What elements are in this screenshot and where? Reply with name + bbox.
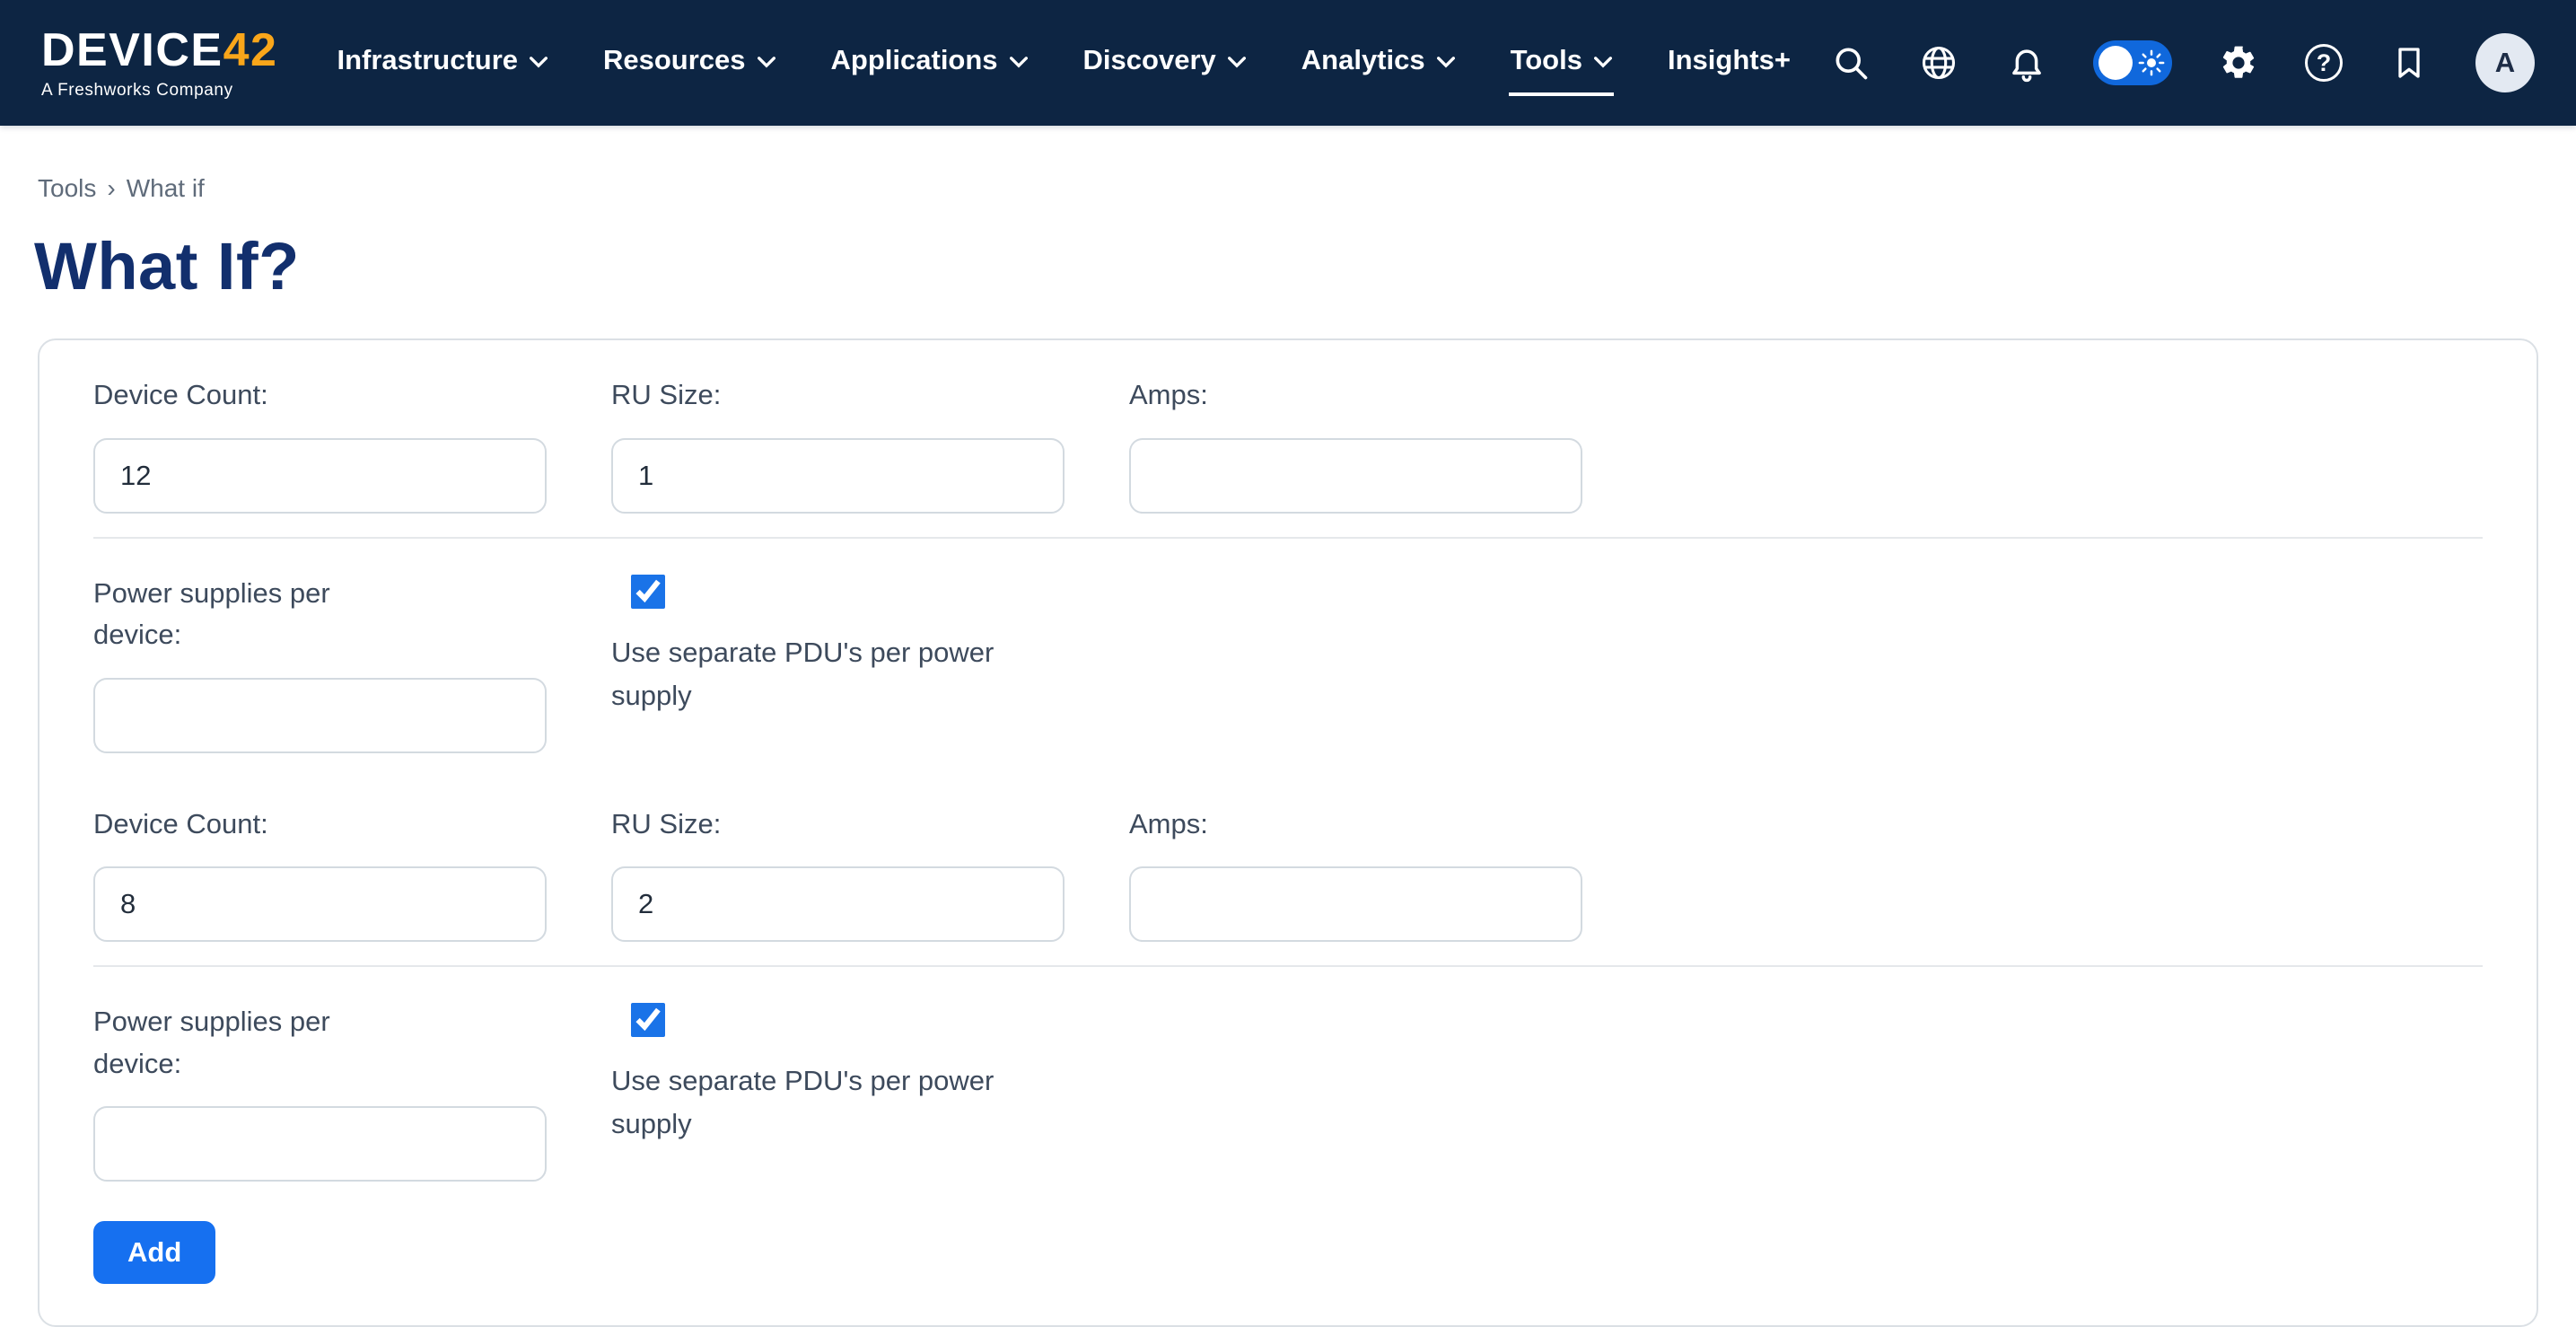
page-title: What If? <box>34 228 2576 304</box>
chevron-down-icon <box>530 56 548 68</box>
nav-item-analytics[interactable]: Analytics <box>1300 30 1457 96</box>
toggle-knob <box>2098 46 2133 80</box>
top-navbar: DEVICE42 A Freshworks Company Infrastruc… <box>0 0 2576 126</box>
chevron-down-icon <box>758 56 775 68</box>
ru-size-input-1[interactable] <box>611 438 1065 514</box>
device42-logo[interactable]: DEVICE42 A Freshworks Company <box>41 27 277 99</box>
amps-input-1[interactable] <box>1129 438 1582 514</box>
brand-name-main: DEVICE <box>41 24 223 76</box>
nav-item-infrastructure[interactable]: Infrastructure <box>335 30 549 96</box>
breadcrumb: Tools › What if <box>38 174 2576 203</box>
navbar-actions: ? A <box>1829 33 2535 92</box>
chevron-down-icon <box>1594 56 1612 68</box>
brand-name: DEVICE42 <box>41 27 277 74</box>
ru-size-label: RU Size: <box>611 804 1065 846</box>
chevron-down-icon <box>1010 56 1028 68</box>
nav-item-label: Insights+ <box>1668 44 1791 76</box>
power-supplies-input-2[interactable] <box>93 1106 547 1182</box>
power-row-2: Power supplies per device: Use separate … <box>93 1001 2483 1182</box>
nav-item-tools[interactable]: Tools <box>1509 30 1614 96</box>
nav-item-label: Analytics <box>1301 44 1425 76</box>
nav-item-label: Discovery <box>1083 44 1216 76</box>
separate-pdu-label: Use separate PDU's per power supply <box>611 631 1042 717</box>
divider <box>93 537 2483 539</box>
field-ru-size-2: RU Size: <box>611 804 1065 943</box>
nav-item-label: Tools <box>1511 44 1582 76</box>
breadcrumb-current: What if <box>127 174 205 203</box>
brand-tagline: A Freshworks Company <box>41 82 277 99</box>
nav-item-discovery[interactable]: Discovery <box>1082 30 1248 96</box>
power-supplies-label: Power supplies per device: <box>93 1001 394 1085</box>
nav-item-label: Applications <box>831 44 998 76</box>
field-amps-1: Amps: <box>1129 374 1582 514</box>
device-count-label: Device Count: <box>93 804 547 846</box>
avatar-letter: A <box>2495 47 2515 79</box>
main-nav: Infrastructure Resources Applications Di… <box>335 0 1792 126</box>
device-count-input-1[interactable] <box>93 438 547 514</box>
power-row-1: Power supplies per device: Use separate … <box>93 573 2483 753</box>
settings-gear-icon[interactable] <box>2217 41 2260 84</box>
separate-pdu-field-2: Use separate PDU's per power supply <box>611 1001 1065 1146</box>
ru-size-input-2[interactable] <box>611 866 1065 942</box>
power-supplies-input-1[interactable] <box>93 678 547 753</box>
field-device-count-1: Device Count: <box>93 374 547 514</box>
field-amps-2: Amps: <box>1129 804 1582 943</box>
separate-pdu-label: Use separate PDU's per power supply <box>611 1059 1042 1146</box>
sun-icon <box>2138 49 2165 76</box>
amps-label: Amps: <box>1129 804 1582 846</box>
bookmark-icon[interactable] <box>2388 41 2431 84</box>
amps-input-2[interactable] <box>1129 866 1582 942</box>
nav-item-resources[interactable]: Resources <box>601 30 777 96</box>
separate-pdu-checkbox-2[interactable] <box>631 1003 665 1037</box>
user-avatar[interactable]: A <box>2475 33 2535 92</box>
nav-item-applications[interactable]: Applications <box>829 30 1030 96</box>
ru-size-label: RU Size: <box>611 374 1065 417</box>
field-power-supplies-2: Power supplies per device: <box>93 1001 547 1182</box>
whatif-form-card: Device Count: RU Size: Amps: Power suppl… <box>38 338 2538 1327</box>
device-fields-row-2: Device Count: RU Size: Amps: <box>93 804 2483 943</box>
field-power-supplies-1: Power supplies per device: <box>93 573 547 753</box>
power-supplies-label: Power supplies per device: <box>93 573 394 656</box>
breadcrumb-separator: › <box>107 174 115 203</box>
device-fields-row: Device Count: RU Size: Amps: <box>93 374 2483 514</box>
field-device-count-2: Device Count: <box>93 804 547 943</box>
chevron-down-icon <box>1228 56 1246 68</box>
field-ru-size-1: RU Size: <box>611 374 1065 514</box>
separate-pdu-checkbox-1[interactable] <box>631 575 665 609</box>
brand-name-accent: 42 <box>223 24 278 76</box>
help-icon[interactable]: ? <box>2305 44 2343 82</box>
divider <box>93 965 2483 967</box>
separate-pdu-field-1: Use separate PDU's per power supply <box>611 573 1065 717</box>
nav-item-insights[interactable]: Insights+ <box>1666 30 1792 96</box>
breadcrumb-tools[interactable]: Tools <box>38 174 96 203</box>
chevron-down-icon <box>1437 56 1455 68</box>
amps-label: Amps: <box>1129 374 1582 417</box>
nav-item-label: Resources <box>603 44 746 76</box>
device-count-input-2[interactable] <box>93 866 547 942</box>
help-question-mark: ? <box>2317 49 2332 77</box>
search-icon[interactable] <box>1829 41 1872 84</box>
nav-item-label: Infrastructure <box>337 44 518 76</box>
notifications-bell-icon[interactable] <box>2005 41 2048 84</box>
device-count-label: Device Count: <box>93 374 547 417</box>
add-button[interactable]: Add <box>93 1221 215 1284</box>
globe-icon[interactable] <box>1917 41 1960 84</box>
theme-toggle[interactable] <box>2093 40 2172 85</box>
